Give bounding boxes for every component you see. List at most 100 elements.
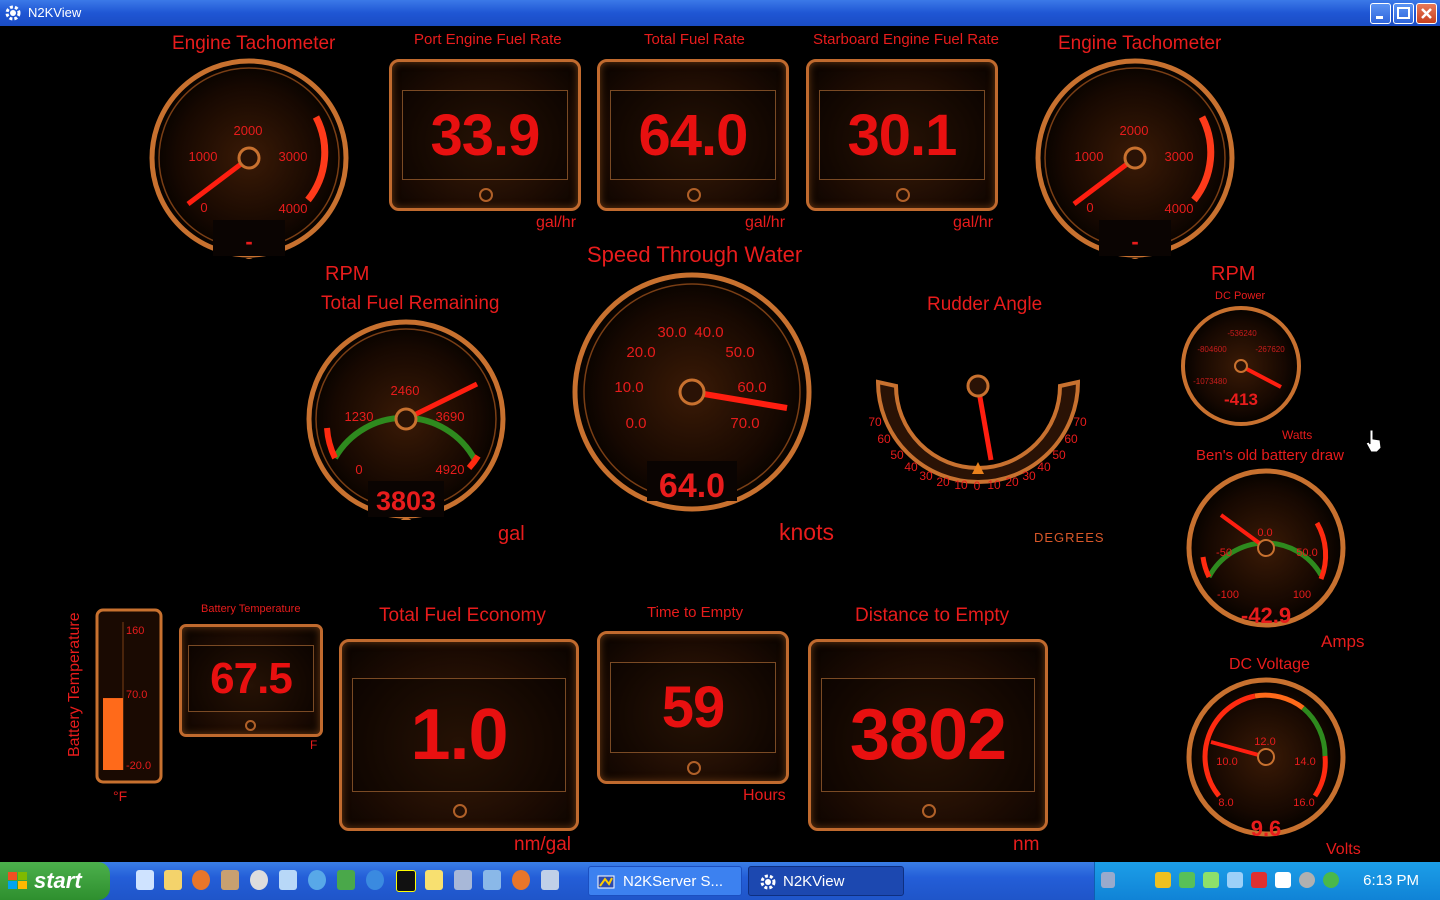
dc-power-title: DC Power (1215, 290, 1266, 302)
task-n2kview[interactable]: N2KView (748, 866, 904, 896)
terminal-icon[interactable] (396, 870, 416, 892)
rudder-title: Rudder Angle (927, 294, 1043, 315)
tray-expand-icon[interactable] (1101, 872, 1115, 888)
firefox-icon[interactable] (192, 870, 210, 890)
start-button[interactable]: start (0, 862, 110, 900)
tick-label: 70.0 (730, 415, 759, 432)
tick-label: 40.0 (694, 324, 723, 341)
tick-label: 70 (1073, 415, 1087, 429)
time-empty-display: 59 (597, 631, 789, 784)
rudder-unit: DEGREES (1034, 530, 1105, 545)
tick-label: -804600 (1197, 345, 1227, 354)
battery-draw-title: Ben's old battery draw (1196, 447, 1344, 464)
tick-label: 10 (954, 478, 968, 492)
dc-power-readout: -413 (1224, 390, 1258, 409)
tick-label: -100 (1217, 589, 1239, 601)
dc-voltage-unit: Volts (1326, 841, 1361, 858)
tick-label: 20.0 (626, 344, 655, 361)
disconnected-icon[interactable] (1251, 872, 1267, 888)
distance-empty-value: 3802 (849, 695, 1007, 775)
dc-voltage-title: DC Voltage (1229, 656, 1310, 673)
home-network-icon[interactable] (1203, 872, 1219, 888)
gear-icon (760, 874, 776, 890)
network-status-icon[interactable] (1227, 872, 1243, 888)
n2kserver-icon (597, 875, 615, 889)
tach-right-title: Engine Tachometer (1058, 33, 1222, 54)
speed-gauge: 0.0 10.0 20.0 30.0 40.0 50.0 60.0 70.0 6… (572, 272, 812, 512)
tools-icon[interactable] (221, 870, 239, 890)
network-icon[interactable] (483, 870, 501, 890)
speed-readout: 64.0 (659, 467, 725, 505)
tick-label: 12.0 (1254, 736, 1275, 748)
show-desktop-icon[interactable] (136, 870, 154, 890)
tick-label: 60 (1064, 432, 1078, 446)
minimize-button[interactable] (1370, 3, 1391, 24)
fuel-remaining-gauge: 0 1230 2460 3690 4920 3803 (306, 319, 506, 520)
search-icon[interactable] (1299, 872, 1315, 888)
distance-empty-unit: nm (1013, 834, 1040, 855)
battery-temp-bar: 160 70.0 -20.0 (95, 608, 163, 784)
settings-icon[interactable] (454, 870, 472, 890)
tick-label: 20 (1005, 475, 1019, 489)
hand-cursor-icon (1365, 429, 1382, 453)
tick-label: 1000 (1075, 149, 1104, 164)
dashboard: Engine Tachometer 0 1000 2000 3000 4000 … (0, 26, 1440, 862)
dc-voltage-readout: 9.6 (1251, 816, 1282, 838)
tick-label: -536240 (1227, 329, 1257, 338)
security-shield-icon[interactable] (1155, 872, 1171, 888)
tick-label: -50 (1216, 547, 1232, 559)
browser-icon[interactable] (512, 870, 530, 890)
task-n2kserver[interactable]: N2KServer S... (588, 866, 742, 896)
close-icon (1421, 8, 1432, 19)
internet-explorer-icon[interactable] (366, 870, 384, 890)
battery-temp-unit: F (310, 738, 318, 752)
tick-label: 14.0 (1294, 756, 1315, 768)
tick-label: 1000 (189, 149, 218, 164)
task-label: N2KServer S... (623, 873, 724, 890)
gear-icon (5, 5, 21, 21)
fuel-remaining-readout: 3803 (376, 486, 436, 516)
speed-unit: knots (779, 519, 834, 545)
stbd-fuel-value: 30.1 (847, 102, 958, 168)
battery-temp-title: Battery Temperature (201, 603, 301, 615)
tick-label: 0 (355, 462, 362, 477)
tach-left-title: Engine Tachometer (172, 33, 336, 54)
tick-label: 40 (904, 460, 918, 474)
update-icon[interactable] (1323, 872, 1339, 888)
distance-empty-display: 3802 (808, 639, 1048, 831)
system-tray: 6:13 PM (1094, 862, 1440, 900)
stbd-fuel-title: Starboard Engine Fuel Rate (813, 31, 999, 48)
signal-icon[interactable] (1179, 872, 1195, 888)
tach-left-unit: RPM (325, 263, 370, 285)
battery-temp-bar-title: Battery Temperature (66, 612, 83, 757)
tach-right-gauge: 0 1000 2000 3000 4000 - (1035, 58, 1235, 259)
fuel-economy-display: 1.0 (339, 639, 579, 831)
clock: 6:13 PM (1363, 872, 1419, 889)
battery-draw-gauge: -100 -50 0.0 50.0 100 -42.9 (1186, 468, 1346, 628)
total-fuel-display: 64.0 (597, 59, 789, 211)
eye-icon[interactable] (279, 870, 297, 890)
tick-label: 3000 (1165, 149, 1194, 164)
rudder-gauge: 70 60 50 40 30 20 10 0 10 20 30 40 50 60… (868, 374, 1087, 493)
time-empty-value: 59 (661, 675, 726, 740)
folder-icon[interactable] (164, 870, 182, 890)
port-fuel-display: 33.9 (389, 59, 581, 211)
battery-draw-unit: Amps (1321, 632, 1365, 651)
info-icon[interactable] (1275, 872, 1291, 888)
close-button[interactable] (1416, 3, 1437, 24)
notes-icon[interactable] (425, 870, 443, 890)
photo-icon[interactable] (337, 870, 355, 890)
window-icon[interactable] (541, 870, 559, 890)
tick-label: 0.0 (1257, 527, 1272, 539)
dc-voltage-gauge: 8.0 10.0 12.0 14.0 16.0 9.6 (1186, 677, 1346, 838)
globe-icon[interactable] (308, 870, 326, 890)
media-player-icon[interactable] (250, 870, 268, 890)
fuel-remaining-unit: gal (498, 523, 525, 545)
maximize-button[interactable] (1393, 3, 1414, 24)
tick-label: 40 (1037, 460, 1051, 474)
tick-label: 50.0 (725, 344, 754, 361)
battery-temp-bar-unit: °F (113, 788, 128, 804)
tick-label: 0 (1086, 200, 1093, 215)
tach-right-unit: RPM (1211, 263, 1256, 285)
tick-label: 10.0 (614, 379, 643, 396)
